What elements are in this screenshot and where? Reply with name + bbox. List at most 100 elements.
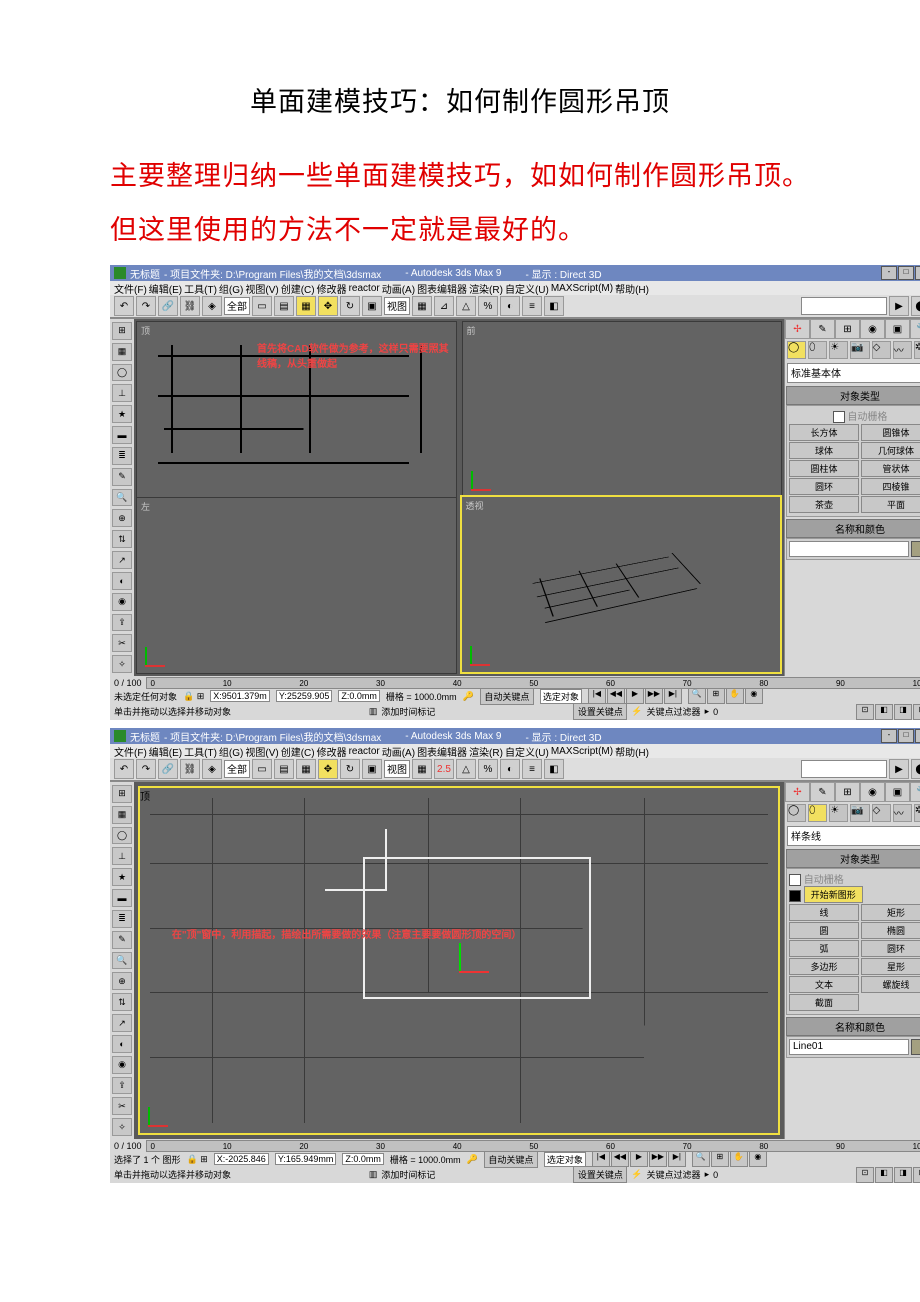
zoom-all-button[interactable]: ⊞ — [707, 688, 725, 704]
tool-icon[interactable]: ◯ — [112, 364, 132, 382]
tool-icon[interactable]: ↗ — [112, 1014, 132, 1032]
color-swatch[interactable] — [911, 1039, 920, 1055]
tool-icon[interactable]: ★ — [112, 868, 132, 886]
rotate-button[interactable]: ↻ — [340, 296, 360, 316]
menu-item[interactable]: 动画(A) — [382, 744, 415, 759]
ref-coord[interactable]: 视图 — [384, 297, 410, 315]
arc-button[interactable]: 弧 — [789, 940, 859, 957]
tool-icon[interactable]: ⊥ — [112, 384, 132, 402]
nav-button[interactable]: ⊡ — [856, 1167, 874, 1183]
ngon-button[interactable]: 多边形 — [789, 958, 859, 975]
frame-field[interactable]: 0 — [713, 707, 718, 717]
redo-button[interactable]: ↷ — [136, 759, 156, 779]
helix-button[interactable]: 螺旋线 — [861, 976, 920, 993]
menu-item[interactable]: MAXScript(M) — [551, 746, 613, 757]
tool-icon[interactable]: ↗ — [112, 551, 132, 569]
selection-filter[interactable]: 全部 — [224, 297, 250, 315]
geometry-icon[interactable]: ◯ — [787, 804, 806, 822]
scale-button[interactable]: ▣ — [362, 759, 382, 779]
snap-button[interactable]: ⊿ — [434, 296, 454, 316]
redo-button[interactable]: ↷ — [136, 296, 156, 316]
teapot-button[interactable]: 茶壶 — [789, 496, 859, 513]
prev-frame-button[interactable]: ◀◀ — [607, 688, 625, 704]
hierarchy-tab[interactable]: ⊞ — [835, 782, 860, 802]
zoom-button[interactable]: 🔍 — [692, 1151, 710, 1167]
tool-icon[interactable]: ▬ — [112, 426, 132, 444]
cone-button[interactable]: 圆锥体 — [861, 424, 920, 441]
tube-button[interactable]: 管状体 — [861, 460, 920, 477]
snap-button[interactable]: 2.5 — [434, 759, 454, 779]
tool-icon[interactable]: ≣ — [112, 910, 132, 928]
tool-icon[interactable]: ◉ — [112, 1056, 132, 1074]
play-button[interactable]: ▶ — [630, 1151, 648, 1167]
x-field[interactable]: X:-2025.846 — [214, 1153, 269, 1165]
create-tab[interactable]: ✢ — [785, 319, 810, 339]
menu-item[interactable]: 修改器 — [317, 744, 347, 759]
tool-icon[interactable]: 🔍 — [112, 489, 132, 507]
tool-icon[interactable]: ✎ — [112, 931, 132, 949]
tool-icon[interactable]: ✂ — [112, 1097, 132, 1115]
align-button[interactable]: ≡ — [522, 296, 542, 316]
select-button[interactable]: ▭ — [252, 759, 272, 779]
autogrid-checkbox[interactable] — [833, 411, 845, 423]
menu-item[interactable]: 组(G) — [219, 281, 243, 296]
menu-item[interactable]: reactor — [349, 283, 380, 294]
lights-icon[interactable]: ☀ — [829, 341, 848, 359]
pan-button[interactable]: ✋ — [726, 688, 744, 704]
tool-icon[interactable]: ⇅ — [112, 530, 132, 548]
nav-button[interactable]: ◧ — [875, 704, 893, 720]
percent-snap-button[interactable]: % — [478, 296, 498, 316]
circle-button[interactable]: 圆 — [789, 922, 859, 939]
setkey-button[interactable]: 设置关键点 — [573, 703, 627, 720]
align-button[interactable]: ≡ — [522, 759, 542, 779]
mirror-button[interactable]: ◐ — [500, 759, 520, 779]
close-button[interactable]: × — [915, 729, 920, 743]
viewport-top-maximized[interactable]: 顶 在"顶"窗中，利用描起，描绘出所需要做的效果（注意主要要做圆形顶的空间） — [138, 786, 780, 1135]
section-button[interactable]: 截面 — [789, 994, 859, 1011]
tool-icon[interactable]: ⊞ — [112, 785, 132, 803]
tool-icon[interactable]: ▬ — [112, 889, 132, 907]
autogrid-checkbox[interactable] — [789, 874, 801, 886]
tool-icon[interactable]: ◯ — [112, 827, 132, 845]
rollout-header[interactable]: 名称和颜色 — [786, 519, 920, 538]
star-button[interactable]: 星形 — [861, 958, 920, 975]
tool-icon[interactable]: ✧ — [112, 1118, 132, 1136]
z-field[interactable]: Z:0.0mm — [342, 1153, 384, 1165]
pan-button[interactable]: ✋ — [730, 1151, 748, 1167]
layer-button[interactable]: ◧ — [544, 296, 564, 316]
cylinder-button[interactable]: 圆柱体 — [789, 460, 859, 477]
tool-icon[interactable]: ⇪ — [112, 1077, 132, 1095]
nav-button[interactable]: ⊡ — [856, 704, 874, 720]
named-set[interactable] — [801, 297, 887, 315]
menu-item[interactable]: 渲染(R) — [469, 744, 503, 759]
nav-button[interactable]: ⊞ — [913, 704, 920, 720]
geometry-icon[interactable]: ◯ — [787, 341, 806, 359]
keyfilter-label[interactable]: 关键点过滤器 — [647, 705, 701, 718]
menu-item[interactable]: 渲染(R) — [469, 281, 503, 296]
tool-icon[interactable]: ✧ — [112, 655, 132, 673]
bind-button[interactable]: ◈ — [202, 296, 222, 316]
helpers-icon[interactable]: ◇ — [872, 804, 891, 822]
render-button[interactable]: ⬤ — [911, 759, 920, 779]
geosphere-button[interactable]: 几何球体 — [861, 442, 920, 459]
scale-button[interactable]: ▣ — [362, 296, 382, 316]
text-button[interactable]: 文本 — [789, 976, 859, 993]
tool-icon[interactable]: ✎ — [112, 468, 132, 486]
menu-item[interactable]: 自定义(U) — [505, 744, 549, 759]
close-button[interactable]: × — [915, 266, 920, 280]
tool-icon[interactable]: ≣ — [112, 447, 132, 465]
x-field[interactable]: X:9501.379m — [210, 690, 270, 702]
select-button[interactable]: ▭ — [252, 296, 272, 316]
viewport-front[interactable]: 前 — [462, 321, 783, 498]
rollout-header[interactable]: 对象类型 — [786, 849, 920, 868]
timetag-field[interactable]: 添加时间标记 — [381, 705, 435, 718]
rollout-header[interactable]: 名称和颜色 — [786, 1017, 920, 1036]
tool-icon[interactable]: ▦ — [112, 343, 132, 361]
nav-button[interactable]: ◨ — [894, 704, 912, 720]
goto-end-button[interactable]: ▶| — [664, 688, 682, 704]
tool-icon[interactable]: 🔍 — [112, 952, 132, 970]
maximize-button[interactable]: □ — [898, 729, 914, 743]
name-field[interactable]: Line01 — [789, 1039, 909, 1055]
goto-start-button[interactable]: |◀ — [588, 688, 606, 704]
keyset-select[interactable]: 选定对象 — [544, 1152, 586, 1167]
